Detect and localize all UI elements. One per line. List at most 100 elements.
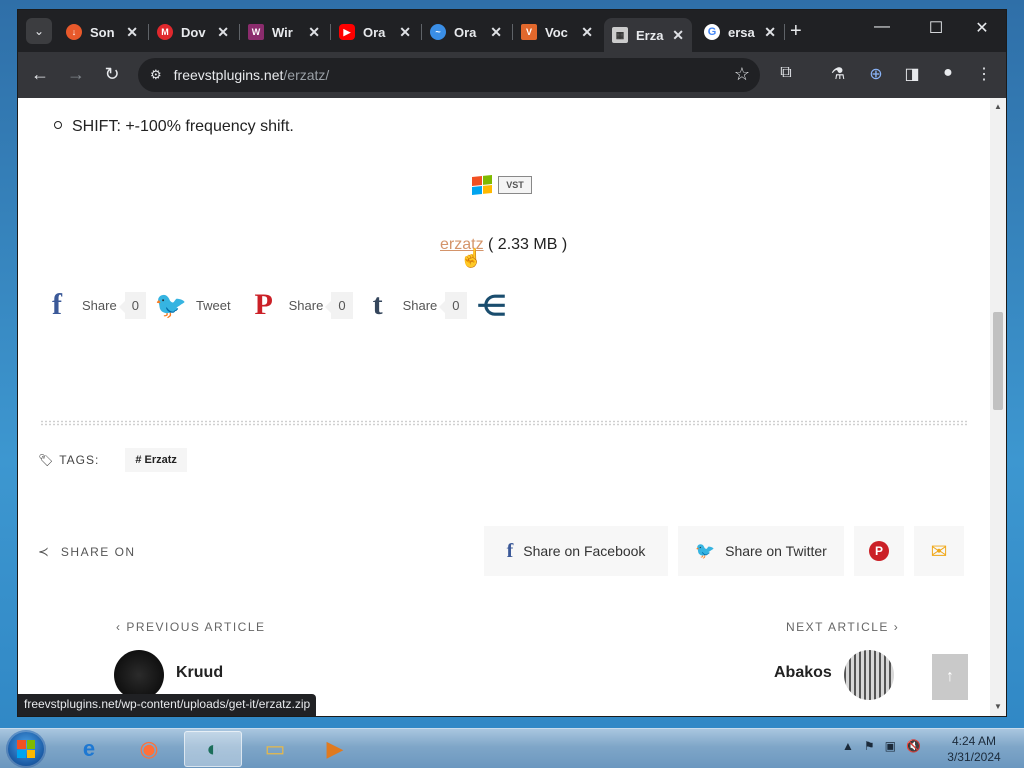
back-button[interactable]: ←: [28, 64, 52, 85]
tab-strip: ⌄ ↓ Son ✕ M Dov ✕ W Wir ✕ ▶ Ora ✕ ~ Ora: [18, 10, 1006, 52]
page-scrollbar[interactable]: ▲ ▼: [990, 98, 1006, 716]
profile-avatar-icon[interactable]: ●: [936, 64, 960, 82]
site-info-icon[interactable]: ⚙: [150, 67, 162, 83]
platform-icons: VST: [472, 174, 532, 196]
taskbar-clock[interactable]: 4:24 AM 3/31/2024: [944, 733, 1004, 765]
previous-article-label[interactable]: ‹ PREVIOUS ARTICLE: [116, 620, 266, 634]
media-player-icon[interactable]: ◐: [184, 731, 242, 767]
browser-window: ⌄ ↓ Son ✕ M Dov ✕ W Wir ✕ ▶ Ora ✕ ~ Ora: [18, 10, 1006, 716]
m-logo-icon: M: [157, 24, 173, 40]
reload-icon: ↻: [104, 64, 120, 84]
downloads-icon[interactable]: ⊕: [864, 64, 888, 84]
vocal-app-icon: V: [521, 24, 537, 40]
scroll-down-arrow-icon[interactable]: ▼: [990, 700, 1006, 714]
facebook-share-button[interactable]: f Share 0: [40, 288, 146, 322]
tab-6-active[interactable]: ▦ Erza ✕: [604, 18, 692, 52]
extensions-icon[interactable]: ⧉: [774, 64, 798, 82]
twitter-icon: 🐦: [154, 289, 188, 320]
edge-wave-icon: ~: [430, 24, 446, 40]
side-panel-icon[interactable]: ◨: [900, 64, 924, 84]
network-icon[interactable]: ▣: [885, 739, 896, 753]
pinterest-icon: P: [869, 541, 889, 561]
file-explorer-icon[interactable]: ▭: [246, 731, 304, 767]
previous-article-title[interactable]: Kruud: [176, 664, 223, 682]
share-count: 0: [439, 291, 467, 319]
winrar-icon: W: [248, 24, 264, 40]
tab-5[interactable]: V Voc ✕: [513, 18, 601, 46]
maximize-icon: ☐: [928, 20, 944, 37]
firefox-icon[interactable]: ◉: [120, 731, 178, 767]
google-icon: G: [704, 24, 720, 40]
tab-close-icon[interactable]: ✕: [308, 24, 320, 41]
tab-3[interactable]: ▶ Ora ✕: [331, 18, 419, 46]
close-icon: ✕: [975, 20, 989, 37]
tab-1[interactable]: M Dov ✕: [149, 18, 237, 46]
share-on-label-row: ≺ SHARE ON: [38, 544, 136, 559]
youtube-icon: ▶: [339, 24, 355, 40]
more-share-button[interactable]: ⋲: [475, 288, 509, 322]
bookmark-star-icon[interactable]: ☆: [734, 64, 750, 85]
share-count: 0: [325, 291, 353, 319]
scroll-up-arrow-icon[interactable]: ▲: [990, 100, 1006, 114]
next-article-label[interactable]: NEXT ARTICLE ›: [786, 620, 899, 634]
vst-logo-icon: VST: [498, 176, 532, 194]
previous-article-thumbnail[interactable]: [114, 650, 164, 700]
chevron-left-icon: ‹: [116, 620, 122, 634]
labs-flask-icon[interactable]: ⚗: [826, 64, 850, 84]
windows-flag-icon: [17, 740, 35, 758]
show-hidden-icons-icon[interactable]: ▲: [842, 739, 854, 753]
twitter-icon: 🐦: [695, 543, 716, 560]
url-host: freevstplugins.net: [173, 67, 284, 83]
video-player-icon[interactable]: ▶: [306, 731, 364, 767]
hand-cursor-icon: ☝: [460, 248, 483, 268]
start-button[interactable]: [6, 730, 46, 768]
share-on-pinterest-button[interactable]: P: [854, 526, 904, 576]
tab-close-icon[interactable]: ✕: [764, 24, 776, 41]
plugin-thumb-icon: ▦: [612, 27, 628, 43]
tab-close-icon[interactable]: ✕: [581, 24, 593, 41]
tumblr-icon: t: [372, 288, 383, 321]
chevron-down-icon: ⌄: [33, 24, 45, 38]
address-bar[interactable]: ⚙ freevstplugins.net /erzatz/ ☆: [138, 58, 760, 92]
tag-chip[interactable]: # Erzatz: [125, 448, 187, 472]
tab-search-button[interactable]: ⌄: [26, 18, 52, 44]
forward-button[interactable]: →: [64, 64, 88, 85]
tab-close-icon[interactable]: ✕: [217, 24, 229, 41]
tumblr-share-button[interactable]: t Share 0: [361, 288, 467, 322]
share-by-email-button[interactable]: ✉: [914, 526, 964, 576]
page-content: SHIFT: +-100% frequency shift. VST erzat…: [18, 98, 990, 716]
windows-logo-icon: [472, 174, 492, 196]
reload-button[interactable]: ↻: [100, 64, 124, 85]
close-window-button[interactable]: ✕: [968, 18, 996, 38]
social-share-bar: f Share 0 🐦 Tweet P Share 0 t Share 0 ⋲: [40, 288, 517, 322]
tab-close-icon[interactable]: ✕: [490, 24, 502, 41]
tab-close-icon[interactable]: ✕: [672, 27, 684, 44]
tab-2[interactable]: W Wir ✕: [240, 18, 328, 46]
next-article-title[interactable]: Abakos: [774, 664, 832, 682]
share-on-facebook-button[interactable]: f Share on Facebook: [484, 526, 668, 576]
share-count: 0: [118, 291, 146, 319]
menu-kebab-icon[interactable]: ⋮: [972, 64, 996, 84]
scrollbar-thumb[interactable]: [993, 312, 1003, 410]
tab-0[interactable]: ↓ Son ✕: [58, 18, 146, 46]
minimize-icon: —: [874, 18, 890, 35]
action-center-flag-icon[interactable]: ⚑: [864, 739, 875, 753]
internet-explorer-icon[interactable]: e: [60, 731, 118, 767]
pinterest-share-button[interactable]: P Share 0: [247, 288, 353, 322]
next-article-thumbnail[interactable]: [844, 650, 894, 700]
pinterest-icon: P: [254, 288, 273, 321]
back-to-top-button[interactable]: ↑: [932, 654, 968, 700]
volume-muted-icon[interactable]: 🔇: [906, 739, 921, 753]
twitter-tweet-button[interactable]: 🐦 Tweet: [154, 288, 239, 322]
chevron-right-icon: ›: [893, 620, 900, 634]
minimize-button[interactable]: —: [868, 18, 896, 36]
share-on-twitter-button[interactable]: 🐦 Share on Twitter: [678, 526, 844, 576]
maximize-button[interactable]: ☐: [922, 18, 950, 38]
arrow-right-icon: →: [67, 64, 85, 84]
new-tab-button[interactable]: +: [790, 20, 802, 43]
tab-4[interactable]: ~ Ora ✕: [422, 18, 510, 46]
tab-close-icon[interactable]: ✕: [399, 24, 411, 41]
tab-7[interactable]: G ersa ✕: [696, 18, 784, 46]
tab-close-icon[interactable]: ✕: [126, 24, 138, 41]
facebook-icon: f: [52, 288, 62, 321]
